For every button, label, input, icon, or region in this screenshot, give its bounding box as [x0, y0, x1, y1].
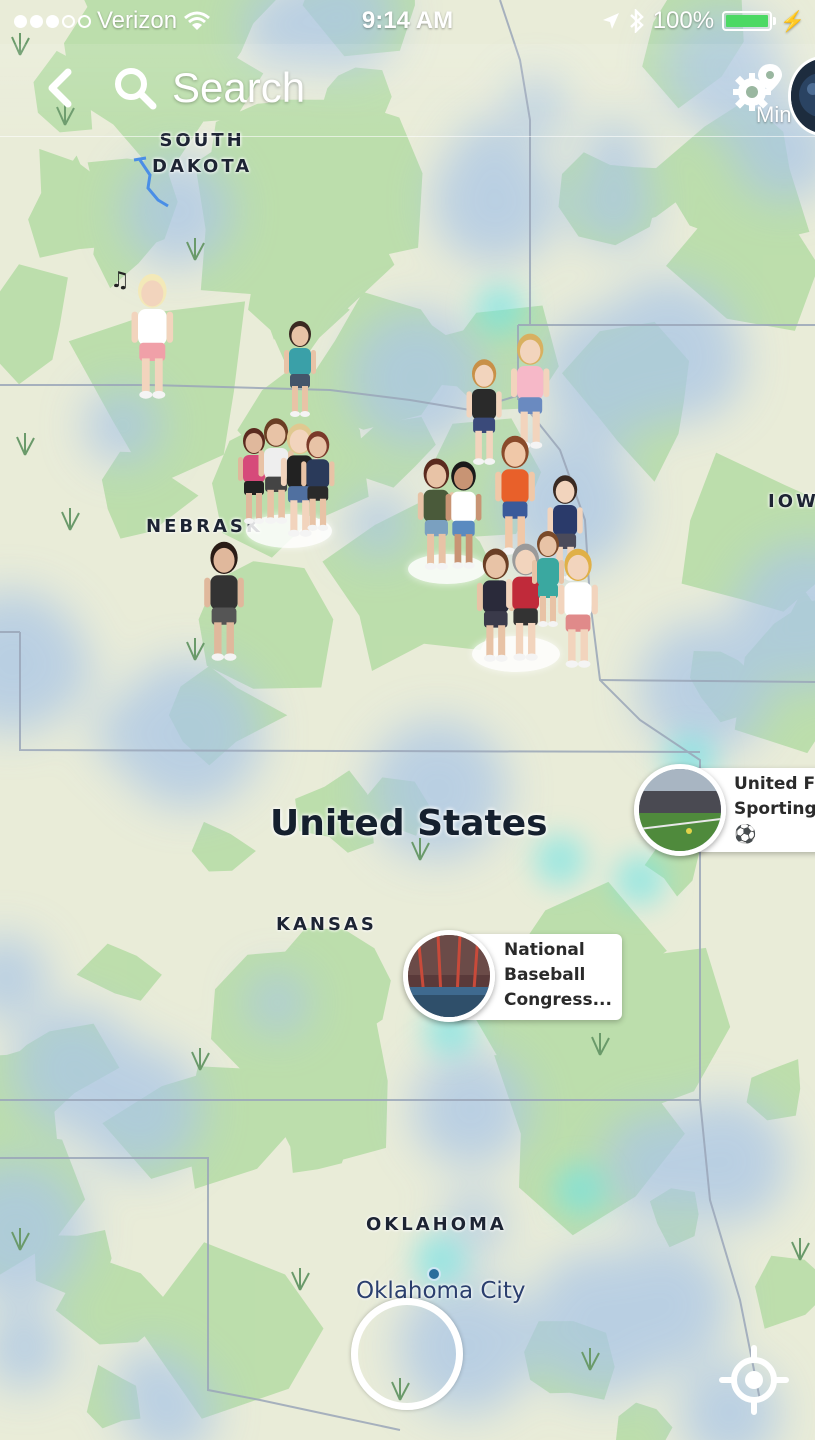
- friend-bitmoji[interactable]: [198, 538, 250, 662]
- mini-map-label: Min: [756, 102, 792, 127]
- event-line: Sporting: [734, 799, 815, 819]
- friend-bitmoji[interactable]: [125, 270, 180, 400]
- search-button[interactable]: Search: [112, 58, 305, 118]
- battery-icon: [722, 11, 777, 31]
- friend-bitmoji[interactable]: [279, 318, 321, 418]
- battery-percent: 100%: [652, 7, 715, 34]
- event-line: United FC: [734, 774, 815, 794]
- back-button[interactable]: [40, 64, 80, 112]
- friend-bitmoji[interactable]: [296, 428, 340, 532]
- event-thumbnail-baseball[interactable]: [403, 930, 495, 1022]
- event-line: Congress...: [504, 990, 612, 1010]
- music-note-icon: ♫: [110, 268, 130, 293]
- crosshair-icon: [719, 1345, 789, 1415]
- search-label: Search: [172, 64, 306, 111]
- label-oklahoma: OKLAHOMA: [366, 1214, 507, 1235]
- charging-bolt-icon: ⚡: [780, 10, 805, 33]
- event-thumbnail-soccer[interactable]: [634, 764, 726, 856]
- label-kansas: KANSAS: [276, 914, 377, 935]
- snap-map-screen: SOUTH DAKOTA NEBRASK IOW KANSAS OKLAHOMA…: [0, 0, 815, 1440]
- map-header: Search Min: [0, 44, 815, 137]
- bluetooth-icon: [629, 9, 644, 33]
- chevron-left-icon: [48, 68, 72, 108]
- label-iowa: IOW: [768, 491, 815, 512]
- locate-me-button[interactable]: [718, 1344, 790, 1416]
- camera-capture-button[interactable]: [351, 1298, 463, 1410]
- soccer-ball-icon: ⚽: [734, 824, 757, 845]
- event-line: Baseball: [504, 965, 586, 985]
- label-united-states: United States: [270, 803, 548, 844]
- event-line: National: [504, 940, 585, 960]
- search-icon: [115, 68, 157, 110]
- friend-bitmoji[interactable]: [527, 528, 569, 628]
- label-oklahoma-city[interactable]: Oklahoma City: [356, 1278, 525, 1304]
- status-bar: Verizon 9:14 AM 100% ⚡: [0, 0, 815, 44]
- location-arrow-icon: [602, 13, 619, 29]
